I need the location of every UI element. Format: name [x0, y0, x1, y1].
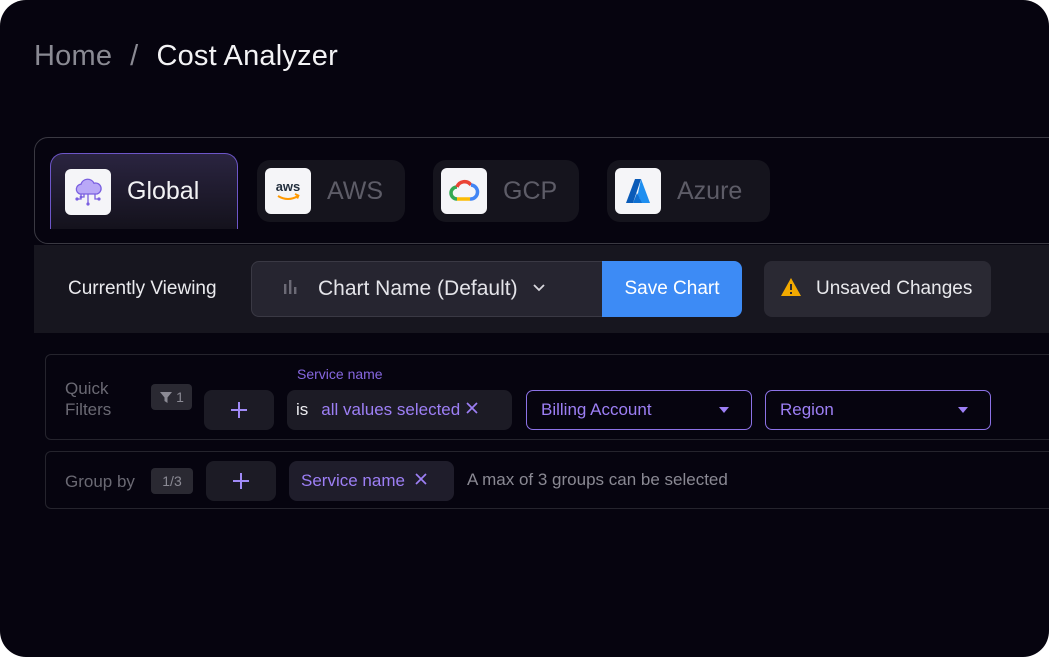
caret-down-icon — [719, 407, 729, 413]
plus-icon — [233, 473, 249, 489]
currently-viewing-label: Currently Viewing — [68, 278, 217, 299]
bar-chart-icon — [282, 279, 298, 300]
tab-label: AWS — [327, 176, 384, 205]
close-icon[interactable] — [415, 472, 427, 490]
plus-icon — [231, 402, 247, 418]
quick-filters-row: Quick Filters 1 Service name is all valu… — [45, 354, 1049, 440]
filter-operator: is — [296, 400, 309, 419]
gcp-logo-icon — [441, 168, 487, 214]
unsaved-changes-label: Unsaved Changes — [816, 278, 973, 299]
tab-label: Azure — [677, 176, 743, 205]
filter-count-badge: 1 — [151, 384, 192, 410]
service-name-filter[interactable]: is all values selected — [287, 390, 512, 430]
page-title: Cost Analyzer — [156, 40, 338, 72]
tab-gcp[interactable]: GCP — [433, 160, 579, 222]
breadcrumb: Home / Cost Analyzer — [34, 40, 338, 73]
viewing-bar: Currently Viewing Chart Name (Default) S… — [34, 245, 1049, 333]
tab-label: GCP — [503, 176, 558, 205]
add-group-button[interactable] — [206, 461, 276, 501]
azure-logo-icon — [615, 168, 661, 214]
max-groups-note: A max of 3 groups can be selected — [467, 470, 728, 489]
app-window: Home / Cost Analyzer Global aws AWS GCP … — [0, 0, 1049, 657]
tab-global[interactable]: Global — [50, 153, 238, 229]
unsaved-changes-badge[interactable]: Unsaved Changes — [764, 261, 991, 317]
chart-select[interactable]: Chart Name (Default) — [251, 261, 603, 317]
group-by-row: Group by 1/3 Service name A max of 3 gro… — [45, 451, 1049, 509]
breadcrumb-separator: / — [130, 40, 139, 72]
group-by-label: Group by — [65, 472, 135, 491]
warning-icon — [780, 277, 802, 302]
chart-name: Chart Name (Default) — [318, 277, 518, 300]
filter-icon — [160, 391, 173, 403]
caret-down-icon — [958, 407, 968, 413]
provider-tabs: Global aws AWS GCP Azure — [34, 137, 1049, 244]
breadcrumb-home[interactable]: Home — [34, 40, 112, 73]
chevron-down-icon — [532, 280, 546, 298]
region-dropdown[interactable]: Region — [765, 390, 991, 430]
group-count-badge: 1/3 — [151, 468, 193, 494]
group-chip-service-name[interactable]: Service name — [289, 461, 454, 501]
tab-aws[interactable]: aws AWS — [257, 160, 405, 222]
add-filter-button[interactable] — [204, 390, 274, 430]
svg-text:aws: aws — [276, 179, 301, 194]
close-icon[interactable] — [466, 401, 478, 419]
tab-label: Global — [127, 177, 200, 205]
tab-azure[interactable]: Azure — [607, 160, 770, 222]
save-chart-button[interactable]: Save Chart — [602, 261, 742, 317]
cloud-network-icon — [65, 168, 111, 215]
filter-value: all values selected — [321, 400, 461, 419]
service-name-label: Service name — [297, 366, 383, 382]
aws-logo-icon: aws — [265, 168, 311, 214]
quick-filters-label: Quick Filters — [65, 379, 112, 419]
billing-account-dropdown[interactable]: Billing Account — [526, 390, 752, 430]
